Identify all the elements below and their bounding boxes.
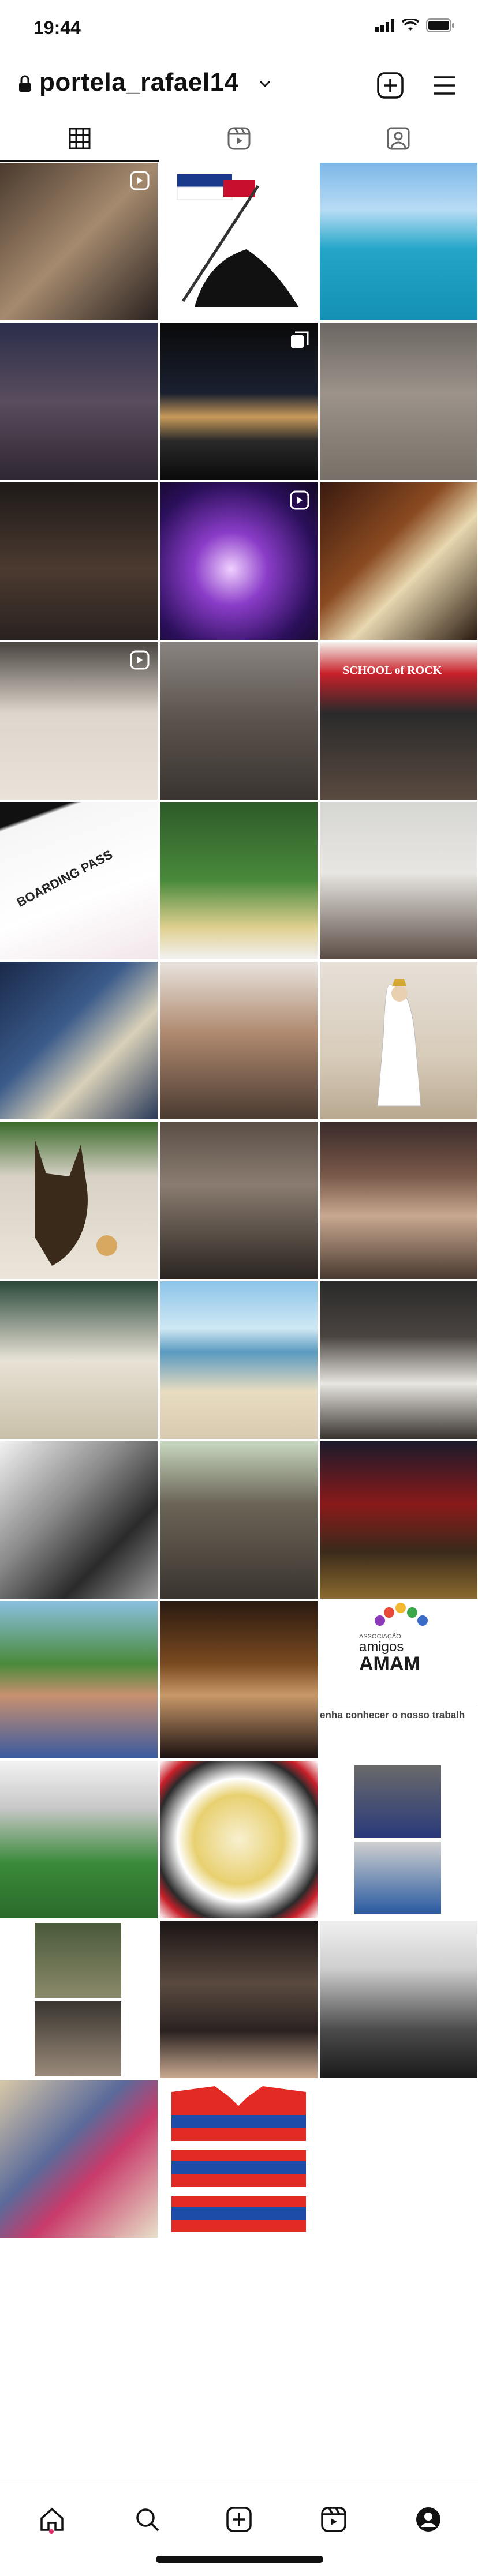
post-tile[interactable] <box>160 323 318 480</box>
post-tile[interactable] <box>0 642 158 800</box>
username-label[interactable]: portela_rafael14 <box>39 68 239 97</box>
post-tile[interactable] <box>0 1122 158 1279</box>
amam-name-text: AMAM <box>359 1653 420 1675</box>
gym-photo-bottom <box>354 1842 441 1914</box>
post-tile[interactable] <box>0 323 158 480</box>
create-icon <box>226 2507 252 2532</box>
post-tile[interactable] <box>0 2080 158 2238</box>
post-tile[interactable] <box>320 1921 477 2078</box>
gym-photo-top <box>354 1765 441 1838</box>
reel-indicator-icon <box>130 650 150 670</box>
tagged-icon <box>387 127 410 150</box>
post-tile[interactable] <box>320 1761 477 1918</box>
tab-tagged[interactable] <box>319 115 478 162</box>
post-tile[interactable] <box>160 1761 318 1918</box>
post-tile[interactable]: ASSOCIAÇÃO amigos AMAM enha conhecer o n… <box>320 1601 477 1758</box>
boarding-pass-text: BOARDING PASS <box>14 847 115 910</box>
dog-photo-top <box>35 1923 121 1998</box>
nav-profile[interactable] <box>411 2502 446 2537</box>
active-tab-indicator <box>0 160 159 162</box>
tab-reels[interactable] <box>159 115 319 162</box>
profile-avatar-icon <box>416 2507 440 2532</box>
post-tile[interactable] <box>0 1761 158 1918</box>
post-tile[interactable] <box>320 802 477 959</box>
chevron-down-icon[interactable] <box>259 80 271 88</box>
post-tile[interactable] <box>320 1281 477 1439</box>
search-icon <box>136 2508 159 2532</box>
battery-icon <box>426 18 454 32</box>
post-tile[interactable] <box>160 1921 318 2078</box>
profile-header: portela_rafael14 <box>0 58 478 110</box>
post-tile[interactable] <box>320 962 477 1119</box>
post-tile[interactable] <box>320 482 477 640</box>
reels-icon <box>227 127 251 150</box>
post-tile[interactable] <box>320 323 477 480</box>
post-tile[interactable] <box>160 1281 318 1439</box>
striped-shirt <box>171 2086 306 2232</box>
status-icons <box>375 18 455 32</box>
post-tile[interactable] <box>0 1601 158 1758</box>
school-sign-text: SCHOOL of ROCK <box>343 664 442 677</box>
create-post-icon[interactable] <box>376 72 404 99</box>
home-indicator <box>156 2556 323 2563</box>
post-tile[interactable] <box>160 802 318 959</box>
post-tile[interactable] <box>0 1441 158 1599</box>
post-tile[interactable] <box>160 2080 318 2238</box>
post-tile[interactable] <box>160 642 318 800</box>
tab-grid[interactable] <box>0 115 159 162</box>
post-tile[interactable] <box>160 1441 318 1599</box>
post-tile[interactable] <box>320 1441 477 1599</box>
carousel-indicator-icon <box>291 331 309 348</box>
post-tile[interactable] <box>160 1601 318 1758</box>
wifi-icon <box>402 19 419 31</box>
statue-figure <box>377 979 421 1107</box>
post-tile[interactable] <box>160 1122 318 1279</box>
post-tile[interactable] <box>0 482 158 640</box>
flag-raising-illustration <box>177 174 298 307</box>
reel-indicator-icon <box>290 490 309 510</box>
reels-icon <box>321 2507 346 2532</box>
selfie-photo-bottom <box>35 2001 121 2076</box>
grid-icon <box>69 128 91 149</box>
post-tile[interactable] <box>160 163 318 320</box>
post-tile[interactable] <box>0 1921 158 2078</box>
amam-caption-text: enha conhecer o nosso trabalh <box>320 1709 465 1720</box>
signal-icon <box>375 19 394 32</box>
dog-figure <box>35 1139 117 1266</box>
nav-create[interactable] <box>222 2502 256 2537</box>
nav-search[interactable] <box>130 2502 165 2537</box>
menu-icon[interactable] <box>432 74 457 97</box>
lock-icon <box>19 75 31 92</box>
notification-dot <box>49 2529 54 2534</box>
post-tile[interactable] <box>0 1281 158 1439</box>
post-tile[interactable] <box>160 482 318 640</box>
post-tile[interactable]: SCHOOL of ROCK <box>320 642 477 800</box>
reel-indicator-icon <box>130 171 150 190</box>
post-tile[interactable] <box>0 962 158 1119</box>
nav-reels[interactable] <box>316 2502 351 2537</box>
post-tile[interactable] <box>320 163 477 320</box>
post-tile[interactable]: BOARDING PASS <box>0 802 158 959</box>
post-tile[interactable] <box>0 163 158 320</box>
status-time: 19:44 <box>33 17 81 38</box>
profile-tabs <box>0 115 478 162</box>
post-tile[interactable] <box>320 1122 477 1279</box>
status-bar: 19:44 <box>0 0 478 52</box>
post-tile[interactable] <box>160 962 318 1119</box>
